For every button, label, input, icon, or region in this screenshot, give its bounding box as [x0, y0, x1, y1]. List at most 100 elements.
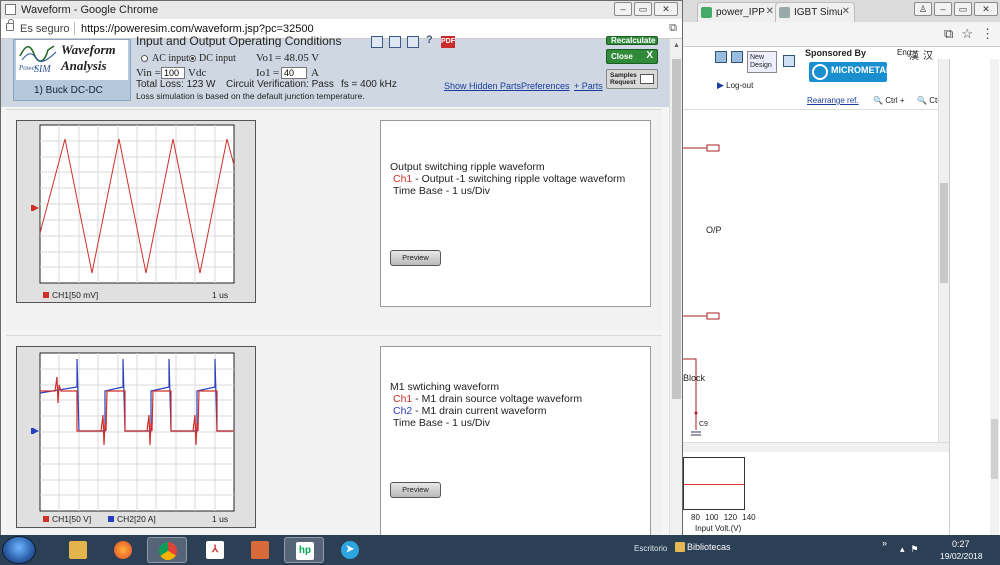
translate-icon[interactable]: ⧉: [669, 22, 677, 35]
save-icon[interactable]: [389, 36, 401, 48]
toolbox-icon: [251, 541, 269, 559]
taskbar-firefox[interactable]: [103, 537, 143, 563]
switching-preview-button[interactable]: Preview: [390, 482, 441, 498]
dc-input-radio[interactable]: [189, 55, 196, 62]
schematic-canvas[interactable]: O/P Block C9: [683, 109, 938, 442]
tab-igbt-simu[interactable]: IGBT Simu ✕: [775, 2, 855, 22]
dc-input-label: DC input: [199, 53, 236, 64]
start-button[interactable]: [2, 536, 36, 564]
switching-timebase: Time Base - 1 us/Div: [393, 417, 491, 429]
system-tray-icons[interactable]: ▴⚑: [900, 544, 925, 555]
lock-icon[interactable]: [6, 19, 14, 31]
close-button[interactable]: ✕: [974, 2, 998, 16]
efficiency-mini-plot: [683, 457, 745, 510]
close-popup-button[interactable]: Close X: [606, 49, 658, 64]
ch1-tag: Ch1: [393, 173, 413, 185]
ch1-legend-swatch: [43, 292, 49, 298]
scrollbar-thumb[interactable]: [991, 419, 998, 479]
address-bar[interactable]: Es seguro https://poweresim.com/waveform…: [1, 19, 682, 39]
libraries-toolbar-label[interactable]: Bibliotecas: [687, 542, 731, 552]
user-icon[interactable]: ♙: [914, 2, 932, 16]
minimize-button[interactable]: –: [614, 2, 632, 16]
logout-link[interactable]: ▶ Log-out: [717, 80, 753, 91]
samples-request-button[interactable]: Samples Request: [606, 69, 658, 89]
help-icon[interactable]: ?: [426, 34, 433, 46]
tab-power-ipp[interactable]: power_IPP ✕: [697, 2, 779, 22]
clock-time[interactable]: 0:27: [952, 539, 970, 549]
ac-input-radio[interactable]: [141, 55, 148, 62]
page-icon: [5, 4, 16, 15]
clock-date[interactable]: 19/02/2018: [940, 551, 983, 561]
schematic-label-op: O/P: [706, 225, 722, 235]
tab-close-icon[interactable]: ✕: [766, 6, 774, 17]
ripple-preview-button[interactable]: Preview: [390, 250, 441, 266]
recalculate-button[interactable]: Recalculate: [606, 36, 658, 45]
logo-title-line1: Waveform: [61, 42, 116, 57]
toolbar-overflow-chevron[interactable]: »: [882, 538, 887, 548]
document-icon[interactable]: [783, 55, 795, 67]
taskbar-pdf-reader[interactable]: ⅄: [195, 537, 235, 563]
add-parts-link[interactable]: + Parts: [574, 81, 603, 91]
zoom-in-button[interactable]: 🔍 Ctrl +: [873, 96, 905, 105]
folder-icon[interactable]: [371, 36, 383, 48]
vin-label: Vin =: [136, 67, 161, 79]
title-bar[interactable]: Waveform - Google Chrome – ▭ ✕: [1, 1, 682, 19]
schematic-vertical-scrollbar[interactable]: [938, 59, 949, 442]
schematic-horizontal-scrollbar[interactable]: [683, 442, 949, 452]
new-design-button[interactable]: New Design: [747, 51, 777, 73]
rearrange-ref-link[interactable]: Rearrange ref.: [807, 96, 859, 105]
taskbar-file-explorer[interactable]: [58, 537, 98, 563]
ripple-scope-plot: [31, 124, 235, 284]
show-hidden-parts-link[interactable]: Show Hidden Parts: [444, 81, 521, 91]
save-icon[interactable]: [731, 51, 743, 63]
scrollbar-thumb[interactable]: [672, 59, 681, 399]
micrometals-logo[interactable]: MICROMETALS: [809, 62, 897, 82]
io1-eq: =: [273, 67, 280, 79]
taskbar-chrome[interactable]: [147, 537, 187, 563]
logo-panel: Waveform Analysis Power SIM 1) Buck DC-D…: [13, 39, 131, 101]
firefox-icon: [114, 541, 132, 559]
popup-vertical-scrollbar[interactable]: ▲: [669, 39, 682, 536]
desktop-toolbar-label[interactable]: Escritorio: [634, 544, 667, 553]
close-button[interactable]: ✕: [654, 2, 678, 16]
minimize-button[interactable]: –: [934, 2, 952, 16]
scroll-up-arrow-icon[interactable]: ▲: [673, 42, 680, 49]
bookmark-star-icon[interactable]: ☆: [961, 26, 973, 42]
io1-label: Io1: [256, 67, 271, 79]
open-folder-icon[interactable]: [715, 51, 727, 63]
translate-icon[interactable]: ⧉: [944, 26, 953, 42]
ripple-scope-footer: CH1[50 mV] 1 us: [17, 289, 257, 305]
logo-white-area: Waveform Analysis Power SIM: [16, 40, 128, 80]
taskbar-telegram[interactable]: ➤: [330, 537, 370, 563]
taskbar-toolbox[interactable]: [240, 537, 280, 563]
total-loss: Total Loss: 123 W: [136, 79, 216, 90]
window-title: Waveform - Google Chrome: [21, 4, 159, 16]
lang-simplified-chinese[interactable]: 汉: [923, 47, 933, 62]
preferences-link[interactable]: Preferences: [521, 81, 570, 91]
pdf-reader-icon: ⅄: [206, 541, 224, 559]
ch1-legend-label: CH1[50 mV]: [52, 290, 99, 300]
vin-input[interactable]: [161, 67, 185, 79]
ch1-legend-swatch: [43, 516, 49, 522]
lang-traditional-chinese[interactable]: 漢: [909, 47, 919, 62]
windows-taskbar: ⅄ hp ➤ Escritorio Bibliotecas » ▴⚑ 0:27 …: [0, 535, 1000, 565]
schematic-drawing: [683, 144, 720, 436]
taskbar-hp-app[interactable]: hp: [284, 537, 324, 563]
page-vertical-scrollbar[interactable]: [990, 59, 999, 535]
tab-close-icon[interactable]: ✕: [842, 6, 850, 17]
plot-line: [684, 484, 744, 485]
ch2-tag: Ch2: [393, 405, 413, 417]
url-separator: [74, 22, 75, 35]
io1-input[interactable]: [281, 67, 307, 79]
ch1-tag: Ch1: [393, 393, 413, 405]
menu-icon[interactable]: ⋮: [981, 26, 994, 42]
secure-label[interactable]: Es seguro: [20, 23, 70, 35]
restore-button[interactable]: ▭: [954, 2, 972, 16]
hp-tab-icon: [701, 7, 712, 18]
scrollbar-thumb[interactable]: [940, 183, 948, 283]
document-icon[interactable]: [407, 36, 419, 48]
envelope-icon: [640, 74, 654, 84]
restore-button[interactable]: ▭: [634, 2, 652, 16]
pdf-icon[interactable]: PDF: [441, 36, 455, 48]
ripple-scope: CH1[50 mV] 1 us: [16, 120, 256, 303]
